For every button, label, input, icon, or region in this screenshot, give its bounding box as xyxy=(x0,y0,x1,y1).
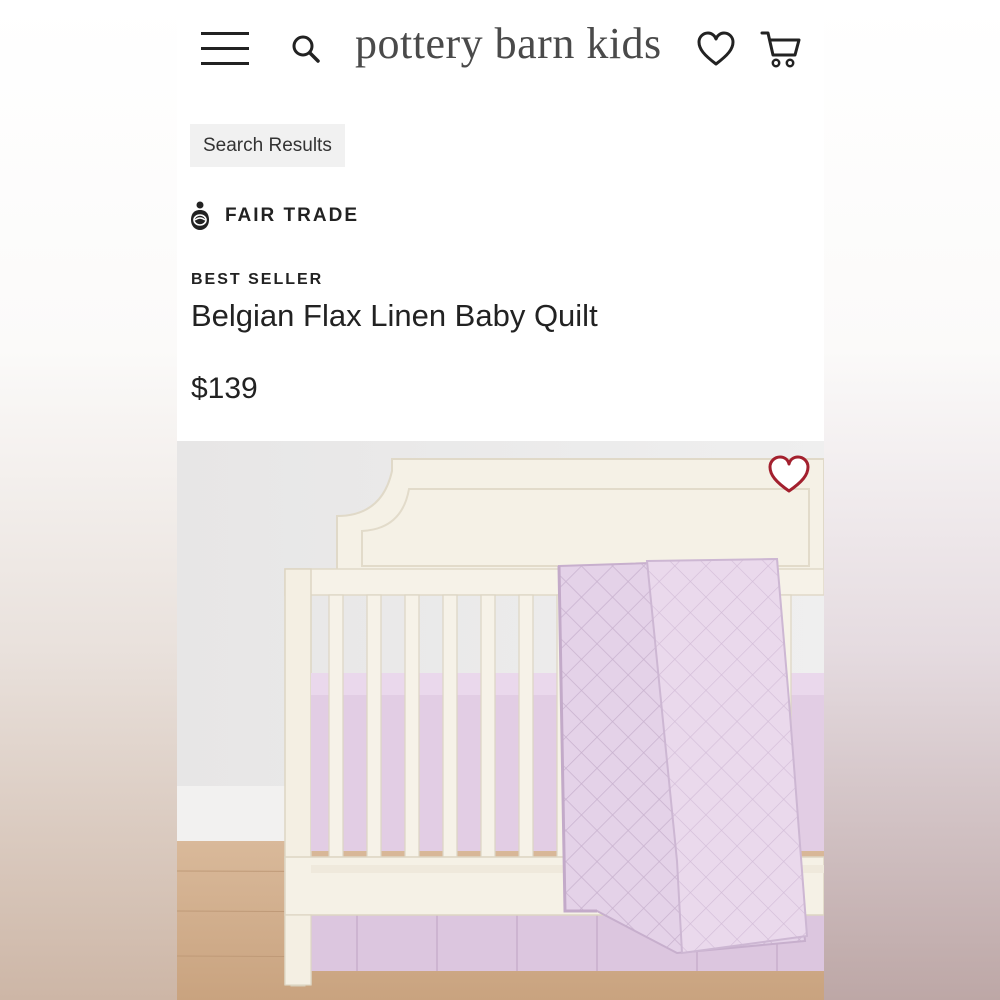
cart-icon[interactable] xyxy=(759,28,803,72)
product-image[interactable] xyxy=(177,441,824,1000)
background-left xyxy=(0,0,177,1000)
fair-trade-icon xyxy=(191,201,209,230)
best-seller-badge: BEST SELLER xyxy=(191,271,324,288)
breadcrumb-search-results[interactable]: Search Results xyxy=(190,124,345,167)
wishlist-heart-icon[interactable] xyxy=(767,455,811,495)
background-right xyxy=(824,0,1000,1000)
fair-trade-tag: FAIR TRADE xyxy=(189,200,359,232)
heart-icon[interactable] xyxy=(696,30,736,68)
product-price: $139 xyxy=(191,372,258,405)
site-header: pottery barn kids xyxy=(177,0,824,100)
mobile-page: pottery barn kids Search Results FAIR TR… xyxy=(177,0,824,1000)
product-title: Belgian Flax Linen Baby Quilt xyxy=(191,298,598,333)
menu-icon[interactable] xyxy=(201,32,249,66)
search-icon[interactable] xyxy=(289,32,323,66)
fair-trade-label: FAIR TRADE xyxy=(225,205,359,226)
site-logo[interactable]: pottery barn kids xyxy=(355,18,662,69)
